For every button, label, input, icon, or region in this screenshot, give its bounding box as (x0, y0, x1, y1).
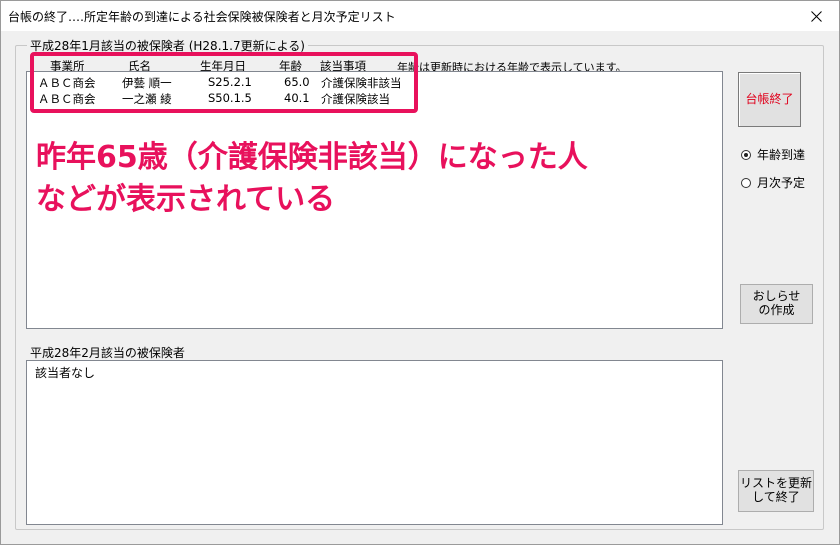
radio-label: 月次予定 (757, 176, 806, 190)
annotation-line-1: 昨年65歳（介護保険非該当）になった人 (36, 140, 588, 175)
section-label-february: 平成28年2月該当の被保険者 (30, 346, 185, 360)
radio-indicator (741, 149, 751, 160)
insured-list-february[interactable]: 該当者なし (26, 360, 723, 525)
create-notice-button[interactable]: おしらせ の作成 (740, 284, 813, 324)
highlight-box (30, 52, 418, 113)
annotation-line-2: などが表示されている (36, 182, 336, 217)
update-list-and-exit-button[interactable]: リストを更新 して終了 (738, 470, 814, 512)
radio-monthly-plan[interactable]: 月次予定 (741, 174, 805, 191)
title-bar: 台帳の終了‥‥所定年齢の到達による社会保険被保険者と月次予定リスト (1, 1, 839, 31)
radio-indicator (741, 177, 751, 188)
empty-list-message: 該当者なし (35, 366, 96, 380)
radio-age-reached[interactable]: 年齢到達 (741, 146, 805, 163)
radio-label: 年齢到達 (757, 148, 806, 162)
window-close-button[interactable] (793, 1, 839, 31)
close-icon (810, 10, 822, 22)
close-ledger-button[interactable]: 台帳終了 (738, 72, 801, 127)
window-title: 台帳の終了‥‥所定年齢の到達による社会保険被保険者と月次予定リスト (8, 10, 396, 24)
